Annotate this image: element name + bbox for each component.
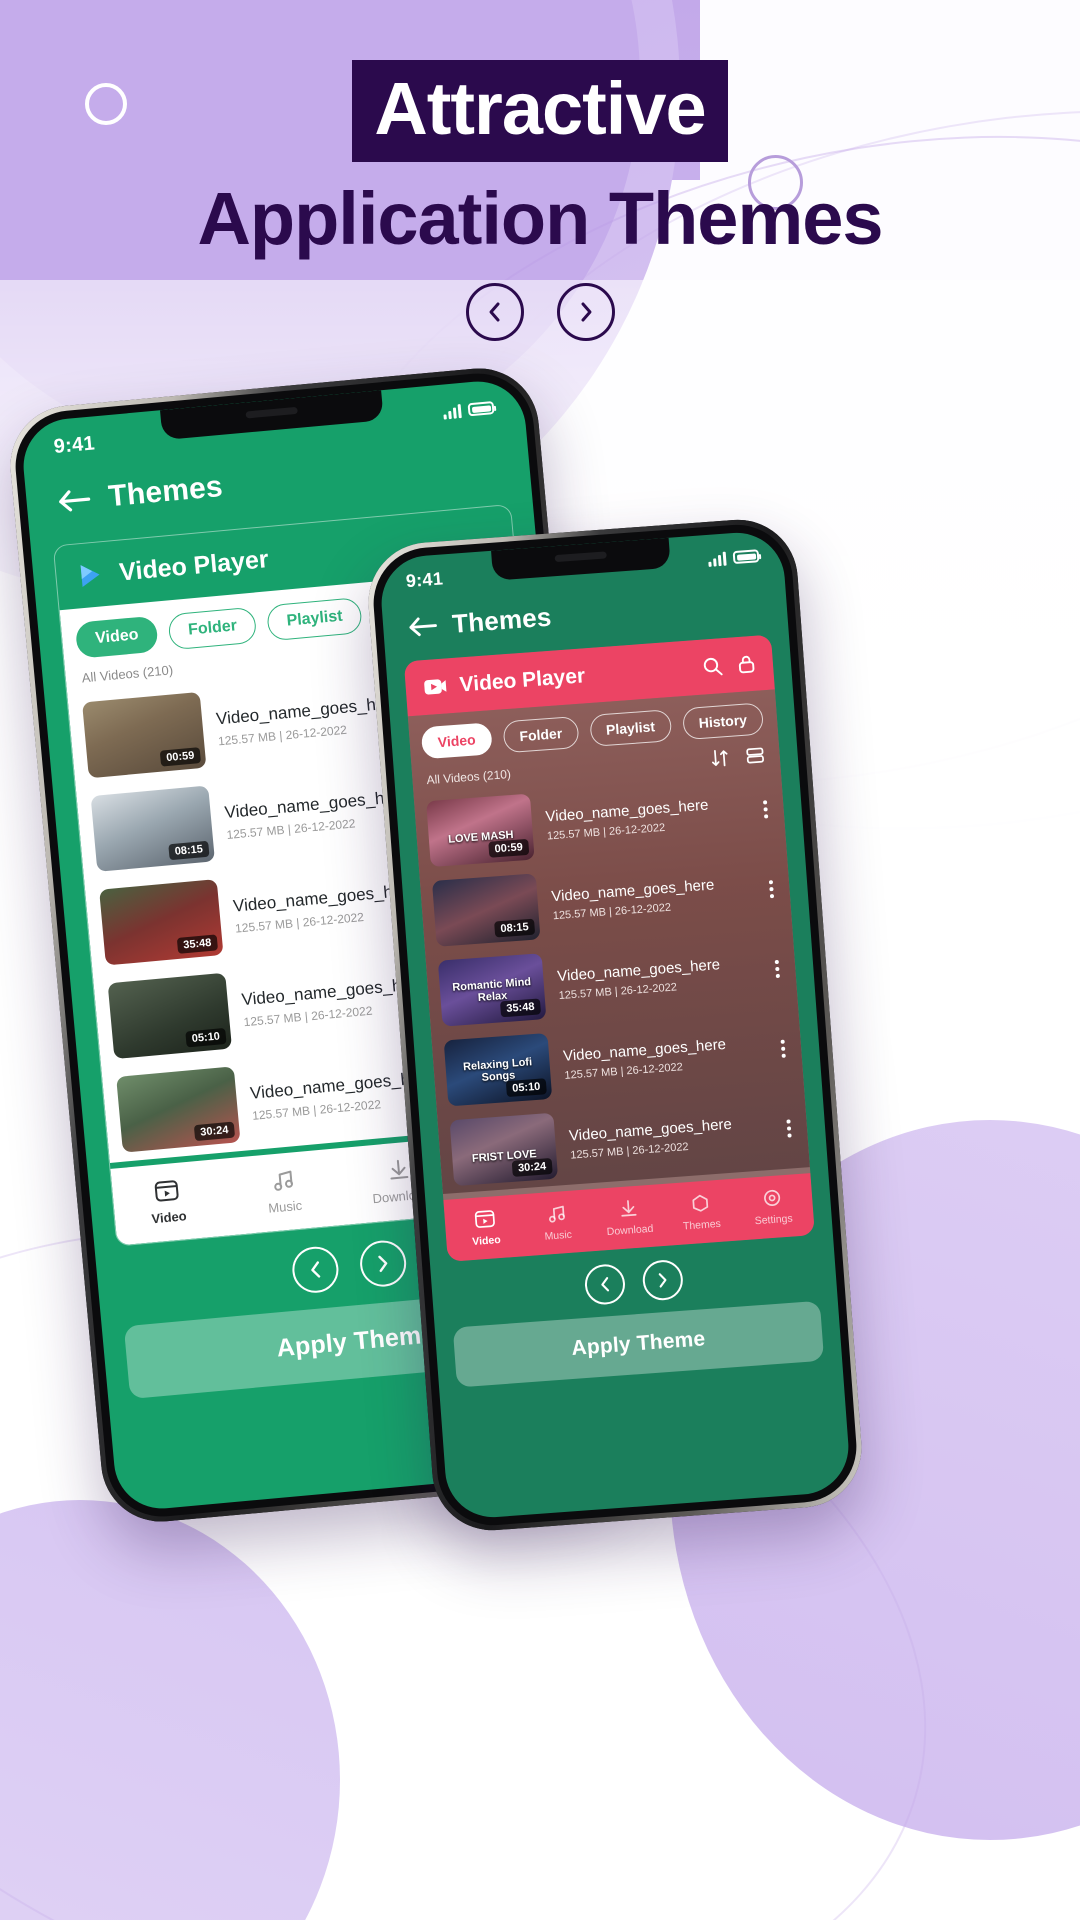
status-time: 9:41 bbox=[52, 432, 96, 459]
video-thumbnail: 08:15 bbox=[431, 873, 541, 947]
back-arrow-icon[interactable] bbox=[56, 486, 92, 515]
chevron-left-icon bbox=[601, 1277, 610, 1292]
bottom-nav-label: Music bbox=[267, 1197, 303, 1216]
battery-icon bbox=[467, 401, 495, 417]
theme-next-button[interactable] bbox=[641, 1258, 685, 1302]
prev-button[interactable] bbox=[465, 283, 524, 341]
theme-next-button[interactable] bbox=[358, 1238, 409, 1289]
video-duration: 05:10 bbox=[185, 1027, 227, 1048]
bottom-nav-label: Video bbox=[150, 1208, 188, 1227]
video-duration: 08:15 bbox=[168, 840, 210, 861]
bottom-nav-label: Music bbox=[544, 1228, 573, 1243]
more-options-icon[interactable] bbox=[774, 959, 784, 979]
sort-icon[interactable] bbox=[709, 747, 731, 769]
video-duration: 00:59 bbox=[159, 747, 202, 767]
video-thumbnail: 30:24 bbox=[116, 1066, 241, 1153]
settings-icon bbox=[764, 1189, 781, 1206]
signal-bars-icon bbox=[708, 551, 727, 567]
video-duration: 30:24 bbox=[193, 1121, 236, 1142]
bottom-nav-label: Themes bbox=[682, 1217, 722, 1233]
video-duration: 05:10 bbox=[505, 1078, 547, 1098]
page-header-title: Themes bbox=[451, 601, 553, 639]
video-icon bbox=[474, 1210, 495, 1228]
title-highlight: Attractive bbox=[352, 60, 728, 162]
tab-history[interactable]: History bbox=[681, 702, 765, 741]
video-duration: 08:15 bbox=[493, 918, 536, 938]
tab-video[interactable]: Video bbox=[420, 722, 493, 760]
phone-mockup-front: 9:41 Themes Video Player Video Folder Pl… bbox=[364, 515, 866, 1535]
chevron-right-icon bbox=[378, 1255, 388, 1273]
video-thumbnail: 08:15 bbox=[90, 785, 215, 872]
app-body: Video Folder Playlist History All Videos… bbox=[407, 689, 810, 1195]
tab-folder[interactable]: Folder bbox=[167, 606, 258, 651]
more-options-icon[interactable] bbox=[780, 1039, 790, 1058]
video-duration: 00:59 bbox=[488, 838, 530, 858]
battery-icon bbox=[732, 549, 760, 565]
theme-prev-button[interactable] bbox=[583, 1263, 627, 1306]
theme-preview-card-pink[interactable]: Video Player Video Folder Playlist Histo… bbox=[403, 634, 815, 1262]
video-thumbnail: 00:59 bbox=[82, 691, 207, 779]
bottom-nav-settings[interactable]: Settings bbox=[743, 1185, 802, 1228]
list-view-icon[interactable] bbox=[744, 744, 766, 766]
app-name: Video Player bbox=[458, 663, 586, 696]
themes-icon bbox=[692, 1194, 709, 1212]
search-icon[interactable] bbox=[701, 655, 723, 677]
video-duration: 30:24 bbox=[511, 1158, 553, 1177]
speaker-icon bbox=[245, 406, 298, 419]
music-icon bbox=[273, 1170, 293, 1191]
theme-prev-button[interactable] bbox=[290, 1244, 341, 1295]
tab-playlist[interactable]: Playlist bbox=[588, 709, 673, 747]
bottom-nav-music[interactable]: Music bbox=[246, 1164, 322, 1217]
screen-footer: Apply Theme bbox=[431, 1248, 842, 1389]
title-subtitle: Application Themes bbox=[197, 177, 883, 260]
bottom-nav-video[interactable]: Video bbox=[456, 1206, 515, 1249]
tab-folder[interactable]: Folder bbox=[502, 715, 580, 754]
chevron-left-icon bbox=[311, 1261, 321, 1278]
video-thumbnail: Relaxing Lofi Songs 05:10 bbox=[443, 1032, 553, 1107]
chevron-left-icon bbox=[489, 302, 499, 322]
phone-front-screen: 9:41 Themes Video Player Video Folder Pl… bbox=[378, 529, 852, 1521]
bottom-nav-download[interactable]: Download bbox=[600, 1195, 659, 1238]
video-thumbnail: 05:10 bbox=[107, 972, 233, 1060]
page-title: Attractive Application Themes bbox=[0, 60, 1080, 258]
next-button[interactable] bbox=[556, 283, 615, 341]
video-duration: 35:48 bbox=[176, 934, 219, 954]
bottom-nav-label: Video bbox=[471, 1233, 502, 1249]
more-options-icon[interactable] bbox=[786, 1119, 795, 1138]
video-duration: 35:48 bbox=[499, 998, 542, 1018]
more-options-icon[interactable] bbox=[762, 800, 772, 819]
all-videos-label: All Videos (210) bbox=[426, 766, 512, 787]
chevron-right-icon bbox=[581, 302, 591, 322]
play-logo-icon bbox=[80, 565, 100, 588]
status-time: 9:41 bbox=[405, 568, 444, 592]
app-name: Video Player bbox=[118, 544, 270, 587]
apply-theme-button[interactable]: Apply Theme bbox=[452, 1300, 825, 1388]
lock-icon[interactable] bbox=[735, 653, 757, 675]
page-header-title: Themes bbox=[107, 470, 225, 514]
bottom-nav-themes[interactable]: Themes bbox=[672, 1190, 731, 1233]
play-logo-icon bbox=[424, 679, 447, 695]
bottom-nav-music[interactable]: Music bbox=[528, 1201, 587, 1244]
tab-video[interactable]: Video bbox=[74, 615, 160, 659]
video-icon bbox=[154, 1180, 179, 1202]
tab-playlist[interactable]: Playlist bbox=[266, 596, 364, 642]
carousel-nav bbox=[0, 283, 1080, 341]
video-thumbnail: 35:48 bbox=[99, 879, 224, 966]
back-arrow-icon[interactable] bbox=[406, 614, 438, 639]
download-icon bbox=[621, 1200, 637, 1217]
chevron-right-icon bbox=[658, 1273, 667, 1288]
bottom-nav-video[interactable]: Video bbox=[130, 1175, 206, 1228]
app-header-actions bbox=[701, 653, 757, 678]
more-options-icon[interactable] bbox=[768, 880, 778, 899]
music-icon bbox=[549, 1205, 565, 1223]
bottom-nav-label: Download bbox=[606, 1222, 654, 1239]
speaker-icon bbox=[554, 551, 607, 563]
signal-bars-icon bbox=[443, 403, 462, 420]
video-thumbnail: Romantic Mind Relax 35:48 bbox=[437, 953, 547, 1027]
bottom-nav-label: Settings bbox=[754, 1212, 794, 1228]
video-thumbnail: LOVE MASH 00:59 bbox=[426, 793, 535, 868]
video-thumbnail: FRIST LOVE 30:24 bbox=[449, 1112, 559, 1187]
